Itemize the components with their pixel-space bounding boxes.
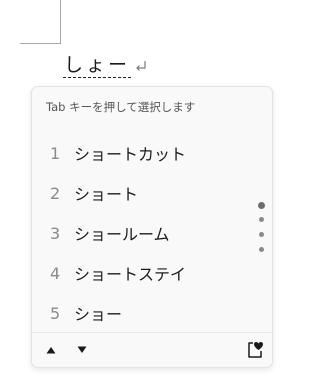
candidate-item[interactable]: 1 ショートカット [32,133,242,173]
page-indicator [257,202,265,262]
document-page: しょー Tab キーを押して選択します 1 ショートカット 2 ショート 3 シ… [0,0,298,384]
triangle-up-icon [46,347,56,354]
favorites-button[interactable] [244,339,266,361]
candidate-number: 2 [50,183,61,203]
candidate-text: ショートカット [74,145,187,164]
candidate-item[interactable]: 4 ショートステイ [32,253,242,293]
candidate-number: 3 [50,223,61,243]
margin-corner-mark-vertical [60,0,61,43]
ime-composition: しょー [63,53,148,79]
candidate-text: ショールーム [74,225,170,244]
candidate-number: 5 [50,303,61,323]
candidate-item[interactable]: 3 ショールーム [32,213,242,253]
candidate-text: ショート [74,185,139,204]
ime-candidate-window: Tab キーを押して選択します 1 ショートカット 2 ショート 3 ショールー… [31,86,273,368]
margin-corner-mark-horizontal [20,43,61,44]
candidate-text: ショー [74,305,123,324]
candidate-item[interactable]: 5 ショー [32,293,242,333]
candidate-list: 1 ショートカット 2 ショート 3 ショールーム 4 ショートステイ 5 ショ… [32,133,242,333]
page-dot [258,247,264,252]
paragraph-mark-icon [136,61,146,71]
next-page-button[interactable] [73,341,91,359]
composition-text[interactable]: しょー [63,54,132,78]
page-dot-current [257,202,265,209]
candidate-number: 4 [50,263,61,283]
candidate-number: 1 [50,143,61,163]
ime-hint-text: Tab キーを押して選択します [46,100,196,114]
heart-clipboard-icon [248,342,263,358]
triangle-down-icon [77,346,87,353]
candidate-text: ショートステイ [74,265,187,284]
previous-page-button[interactable] [42,341,60,359]
page-dot [258,232,264,237]
ime-footer [32,333,272,367]
page-dot [258,217,264,222]
candidate-item[interactable]: 2 ショート [32,173,242,213]
